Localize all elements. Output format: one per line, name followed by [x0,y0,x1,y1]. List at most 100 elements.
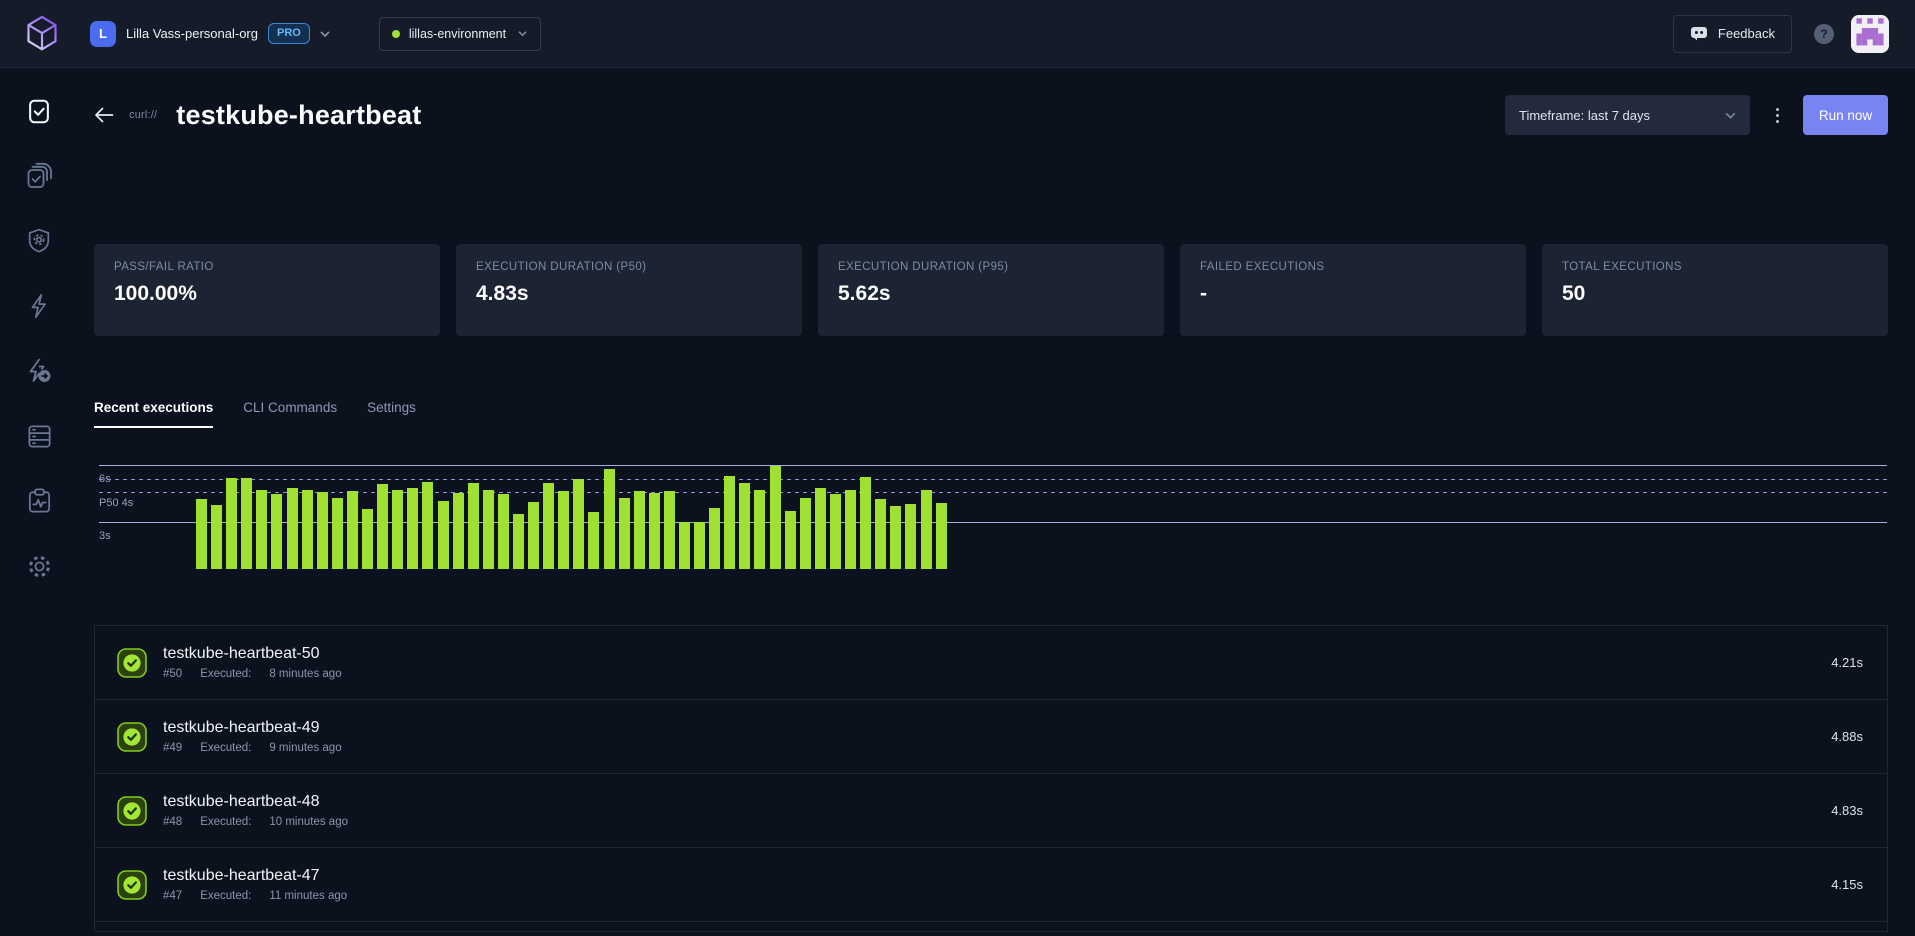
executed-label: Executed: [200,742,251,754]
metric-label: EXECUTION DURATION (P50) [476,261,782,273]
duration-bar[interactable] [241,478,252,569]
settings-gear-icon [25,552,54,581]
tab-cli-commands[interactable]: CLI Commands [243,400,337,428]
duration-bar[interactable] [558,491,569,569]
duration-bar[interactable] [287,488,298,569]
timeframe-select[interactable]: Timeframe: last 7 days [1505,95,1750,135]
duration-bar[interactable] [860,477,871,570]
status-passed-icon [117,870,147,900]
execution-row[interactable]: testkube-heartbeat-47 #47 Executed: 11 m… [95,848,1887,922]
duration-bar[interactable] [770,466,781,569]
duration-bar[interactable] [679,522,690,569]
duration-bar[interactable] [800,498,811,569]
sidebar-item-status-pages[interactable] [24,486,54,516]
sidebar-item-settings[interactable] [24,551,54,581]
duration-bar[interactable] [619,498,630,569]
duration-bar[interactable] [211,505,222,569]
duration-bar[interactable] [936,503,947,569]
duration-bar[interactable] [830,494,841,569]
execution-name: testkube-heartbeat-50 [163,645,360,663]
identicon-avatar-image [1851,15,1889,53]
duration-bar[interactable] [392,490,403,569]
duration-bar[interactable] [664,491,675,569]
sidebar-item-executors[interactable] [24,356,54,386]
user-avatar[interactable] [1851,15,1889,53]
metric-value: - [1200,282,1506,306]
metric-cards-row: PASS/FAIL RATIO 100.00% EXECUTION DURATI… [94,244,1888,336]
back-button[interactable] [94,107,116,123]
sidebar-item-test-suites[interactable] [24,161,54,191]
metric-label: FAILED EXECUTIONS [1200,261,1506,273]
duration-bar[interactable] [875,499,886,569]
chevron-down-icon [319,30,331,38]
run-now-button[interactable]: Run now [1803,95,1888,135]
duration-bar[interactable] [498,494,509,569]
duration-bar[interactable] [226,478,237,569]
arrow-left-icon [94,107,114,123]
duration-bar[interactable] [362,509,373,569]
execution-row[interactable]: testkube-heartbeat-48 #48 Executed: 10 m… [95,774,1887,848]
environment-select[interactable]: lillas-environment [379,17,541,51]
duration-bar[interactable] [694,522,705,569]
duration-bar[interactable] [845,490,856,569]
duration-bar[interactable] [196,499,207,569]
duration-bar[interactable] [709,508,720,569]
sidebar-item-sources[interactable] [24,421,54,451]
execution-time: 8 minutes ago [269,668,341,680]
duration-bar[interactable] [468,483,479,569]
sidebar-item-webhooks[interactable] [24,226,54,256]
duration-bar[interactable] [649,493,660,569]
execution-row[interactable]: testkube-heartbeat-49 #49 Executed: 9 mi… [95,700,1887,774]
duration-bar[interactable] [453,493,464,569]
tab-recent-executions[interactable]: Recent executions [94,400,213,428]
tab-settings[interactable]: Settings [367,400,416,428]
duration-bar[interactable] [905,504,916,569]
duration-bar[interactable] [513,514,524,570]
duration-bar[interactable] [785,511,796,569]
org-switcher[interactable]: L Lilla Vass-personal-org PRO [90,21,331,47]
duration-bar[interactable] [347,491,358,569]
duration-bar[interactable] [604,469,615,569]
execution-row[interactable]: testkube-heartbeat-50 #50 Executed: 8 mi… [95,626,1887,700]
status-pages-icon [25,486,54,516]
feedback-label: Feedback [1718,26,1775,41]
duration-bar[interactable] [815,488,826,569]
duration-bar[interactable] [588,512,599,569]
duration-bar[interactable] [438,501,449,569]
execution-number: #47 [163,890,182,902]
duration-bar[interactable] [377,484,388,569]
sidebar-item-tests[interactable] [24,96,54,126]
duration-bar[interactable] [332,498,343,569]
duration-bar[interactable] [543,483,554,569]
execution-time: 11 minutes ago [269,890,347,902]
duration-bar[interactable] [890,506,901,569]
duration-bar[interactable] [634,491,645,569]
triggers-bolt-icon [25,291,53,321]
duration-bar[interactable] [483,490,494,569]
duration-bar[interactable] [422,482,433,569]
help-button[interactable]: ? [1814,24,1834,44]
duration-bar[interactable] [271,494,282,569]
feedback-button[interactable]: Feedback [1673,15,1792,53]
duration-bar[interactable] [754,490,765,569]
execution-number: #49 [163,742,182,754]
metric-label: PASS/FAIL RATIO [114,261,420,273]
duration-bar[interactable] [921,490,932,569]
execution-row-partial[interactable] [95,922,1887,931]
duration-bar[interactable] [317,492,328,569]
duration-bar[interactable] [573,479,584,569]
executions-list: testkube-heartbeat-50 #50 Executed: 8 mi… [94,625,1888,932]
executed-label: Executed: [200,668,251,680]
duration-bar[interactable] [724,476,735,570]
testkube-logo-icon[interactable] [24,14,60,54]
duration-bar[interactable] [302,490,313,569]
metric-card: FAILED EXECUTIONS - [1180,244,1526,336]
duration-bars [196,466,947,569]
duration-bar[interactable] [256,490,267,569]
duration-bar[interactable] [528,502,539,569]
more-actions-kebab-button[interactable] [1766,95,1788,135]
duration-bar[interactable] [407,488,418,569]
duration-bar[interactable] [739,483,750,569]
metric-value: 5.62s [838,282,1144,306]
sidebar-item-triggers[interactable] [24,291,54,321]
